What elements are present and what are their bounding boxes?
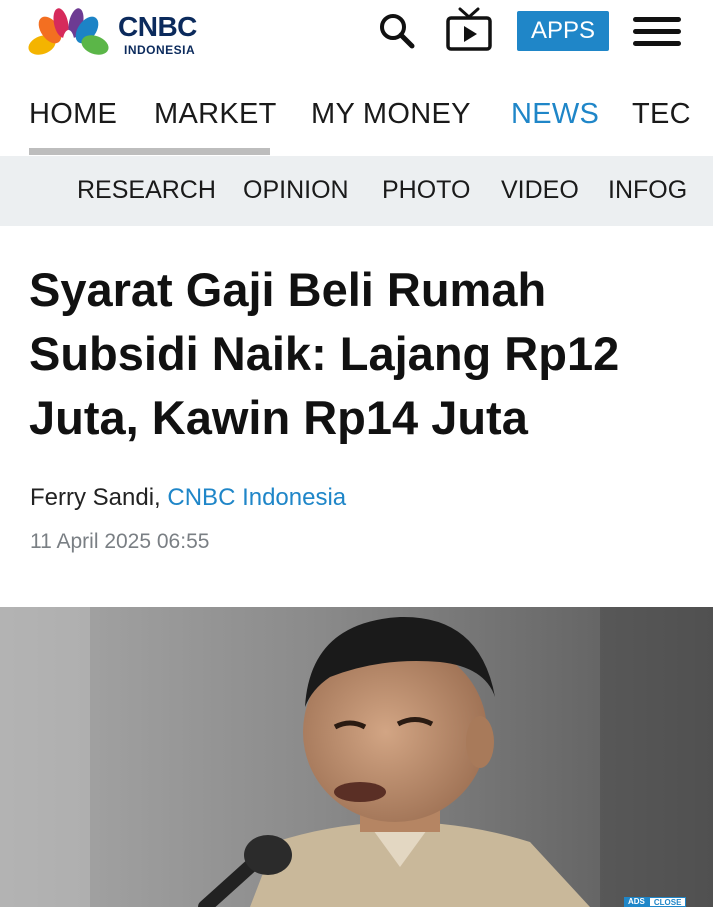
nav-item-my-money[interactable]: MY MONEY — [311, 98, 471, 131]
nav-scroll-indicator — [29, 148, 270, 155]
main-nav: HOME MARKET MY MONEY NEWS TEC — [0, 76, 713, 156]
sub-nav: RESEARCH OPINION PHOTO VIDEO INFOG — [0, 156, 713, 226]
publish-date: 11 April 2025 06:55 — [30, 530, 210, 553]
search-button[interactable] — [374, 10, 420, 56]
article-hero-photo — [0, 607, 713, 907]
nav-item-news[interactable]: NEWS — [511, 98, 599, 131]
subnav-item-infographic[interactable]: INFOG — [608, 176, 687, 205]
menu-button[interactable] — [630, 16, 684, 52]
source-link[interactable]: CNBC Indonesia — [167, 484, 346, 511]
subnav-item-opinion[interactable]: OPINION — [243, 176, 349, 205]
tv-play-icon — [445, 7, 493, 58]
ad-badge: ADS CLOSE — [624, 897, 687, 907]
subnav-item-research[interactable]: RESEARCH — [77, 176, 216, 205]
article-title: Syarat Gaji Beli Rumah Subsidi Naik: Laj… — [29, 263, 620, 444]
author-name: Ferry Sandi, — [30, 484, 161, 511]
ad-close-button[interactable]: CLOSE — [648, 897, 687, 907]
logo-subtitle: INDONESIA — [124, 42, 196, 57]
hamburger-menu-icon — [632, 15, 682, 54]
search-icon — [377, 11, 417, 56]
peacock-logo-icon — [28, 8, 110, 60]
cnbc-indonesia-logo[interactable]: CNBC INDONESIA — [28, 6, 218, 62]
article-byline: Ferry Sandi, CNBC Indonesia — [30, 484, 346, 512]
apps-button[interactable]: APPS — [517, 11, 609, 51]
subnav-item-photo[interactable]: PHOTO — [382, 176, 470, 205]
nav-item-tech[interactable]: TEC — [632, 98, 691, 131]
video-tv-button[interactable] — [444, 7, 494, 58]
nav-item-home[interactable]: HOME — [29, 98, 117, 131]
site-header: CNBC INDONESIA APPS — [0, 0, 713, 76]
nav-item-market[interactable]: MARKET — [154, 98, 277, 131]
subnav-item-video[interactable]: VIDEO — [501, 176, 579, 205]
logo-wordmark: CNBC — [118, 10, 197, 42]
ad-label: ADS — [624, 897, 649, 907]
